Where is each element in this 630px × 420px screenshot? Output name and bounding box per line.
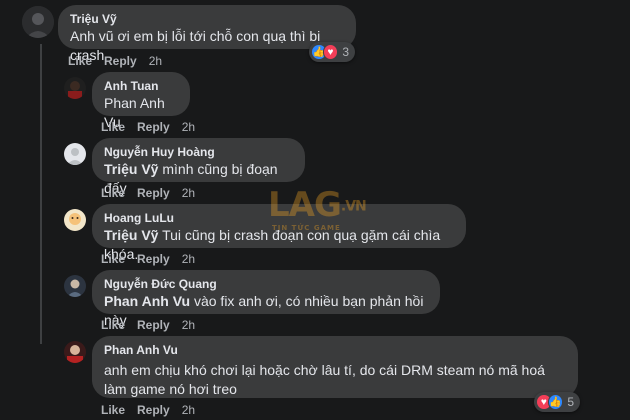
- avatar[interactable]: [64, 209, 86, 231]
- timestamp[interactable]: 2h: [182, 186, 195, 200]
- comment-actions: Like Reply 2h: [101, 252, 207, 266]
- mention-link[interactable]: Phan Anh Vu: [104, 293, 190, 309]
- comment-author[interactable]: Nguyễn Huy Hoàng: [104, 145, 293, 160]
- comment-actions: Like Reply 2h: [68, 54, 174, 68]
- avatar[interactable]: [22, 6, 54, 38]
- like-link[interactable]: Like: [68, 54, 92, 68]
- comment-author[interactable]: Anh Tuan: [104, 79, 178, 94]
- watermark-logo: LAG.VN TIN TỨC GAME: [268, 185, 367, 232]
- like-link[interactable]: Like: [101, 120, 125, 134]
- reaction-count: 5: [567, 395, 574, 409]
- timestamp[interactable]: 2h: [149, 54, 162, 68]
- reply-link[interactable]: Reply: [137, 318, 170, 332]
- comment-author[interactable]: Nguyễn Đức Quang: [104, 277, 428, 292]
- comment-text: anh em chịu khó chơi lại hoặc chờ lâu tí…: [104, 362, 545, 397]
- reaction-summary[interactable]: 👍 ♥ 3: [309, 42, 355, 62]
- timestamp[interactable]: 2h: [182, 120, 195, 134]
- comment-actions: Like Reply 2h: [101, 318, 207, 332]
- watermark-tagline: TIN TỨC GAME: [272, 223, 341, 232]
- reaction-summary[interactable]: ♥ 👍 5: [534, 392, 580, 412]
- reply-link[interactable]: Reply: [137, 186, 170, 200]
- timestamp[interactable]: 2h: [182, 318, 195, 332]
- mention-link[interactable]: Triệu Vỹ: [104, 161, 158, 177]
- mention-link[interactable]: Triệu Vỹ: [104, 227, 158, 243]
- comment-actions: Like Reply 2h: [101, 403, 207, 417]
- comment-bubble: Nguyễn Đức Quang Phan Anh Vu vào fix anh…: [92, 270, 440, 328]
- comment-bubble: Phan Anh Vu anh em chịu khó chơi lại hoặ…: [92, 336, 578, 398]
- reply-link[interactable]: Reply: [137, 120, 170, 134]
- avatar[interactable]: [64, 77, 86, 99]
- reply-link[interactable]: Reply: [104, 54, 137, 68]
- comment-bubble: Triệu Vỹ Anh vũ ơi em bị lỗi tới chỗ con…: [58, 5, 356, 63]
- like-link[interactable]: Like: [101, 403, 125, 417]
- comment-actions: Like Reply 2h: [101, 120, 207, 134]
- comment-author[interactable]: Triệu Vỹ: [70, 12, 344, 27]
- avatar[interactable]: [64, 341, 86, 363]
- avatar[interactable]: [64, 143, 86, 165]
- like-reaction-icon: 👍: [547, 394, 564, 410]
- like-link[interactable]: Like: [101, 318, 125, 332]
- reply-link[interactable]: Reply: [137, 252, 170, 266]
- like-link[interactable]: Like: [101, 186, 125, 200]
- comment-bubble: Anh Tuan Phan Anh Vu: [92, 72, 190, 130]
- like-link[interactable]: Like: [101, 252, 125, 266]
- comment-bubble: Nguyễn Huy Hoàng Triệu Vỹ mình cũng bị đ…: [92, 138, 305, 196]
- reaction-count: 3: [342, 45, 349, 59]
- timestamp[interactable]: 2h: [182, 252, 195, 266]
- watermark-logo-text: LAG: [268, 185, 342, 225]
- avatar[interactable]: [64, 275, 86, 297]
- comment-author[interactable]: Phan Anh Vu: [104, 343, 566, 358]
- watermark-suffix: .VN: [340, 198, 367, 215]
- comment-actions: Like Reply 2h: [101, 186, 207, 200]
- love-reaction-icon: ♥: [322, 44, 339, 60]
- reply-link[interactable]: Reply: [137, 403, 170, 417]
- timestamp[interactable]: 2h: [182, 403, 195, 417]
- thread-line: [40, 44, 42, 344]
